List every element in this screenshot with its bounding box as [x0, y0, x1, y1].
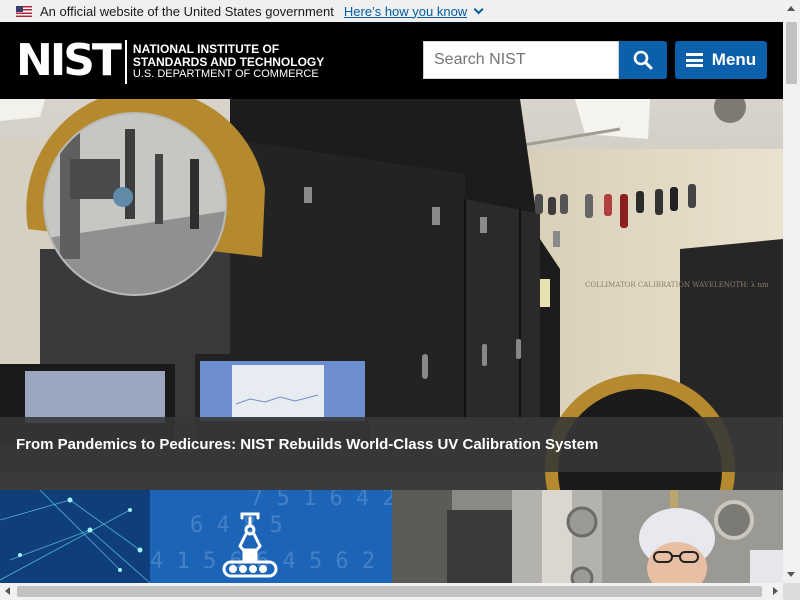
- page-viewport: An official website of the United States…: [0, 0, 783, 583]
- card-digits-row-1: 6 4 8 5: [190, 513, 283, 538]
- nist-logo[interactable]: NIST NATIONAL INSTITUTE OF STANDARDS AND…: [16, 35, 324, 86]
- hero-banner[interactable]: COLLIMATOR CALIBRATION WAVELENGTH: λ nm: [0, 99, 783, 490]
- scrollbar-corner: [783, 583, 800, 600]
- logo-line-3: U.S. DEPARTMENT OF COMMERCE: [132, 68, 319, 81]
- vertical-scrollbar-thumb[interactable]: [786, 22, 797, 84]
- news-card-ai[interactable]: 6 4 8 5 4 1 5 6 6 4 5 6 2 7 5 1 6 4 2 5: [0, 490, 392, 583]
- card-image-lab: [392, 490, 783, 583]
- gov-banner-text: An official website of the United States…: [40, 3, 334, 19]
- vertical-scrollbar[interactable]: [783, 0, 800, 583]
- gov-banner: An official website of the United States…: [0, 0, 783, 22]
- logo-line-1: NATIONAL INSTITUTE OF: [132, 42, 280, 57]
- scroll-left-arrow-icon[interactable]: [5, 587, 10, 595]
- horizontal-scrollbar[interactable]: [0, 583, 783, 600]
- card-digits-row-3: 7 5 1 6 4 2 5: [250, 490, 392, 511]
- logo-divider: [124, 40, 127, 84]
- search-button[interactable]: [619, 41, 667, 79]
- how-you-know-link[interactable]: Here’s how you know: [344, 4, 467, 19]
- search-input[interactable]: [423, 41, 619, 79]
- menu-button[interactable]: Menu: [675, 41, 767, 79]
- scroll-down-arrow-icon[interactable]: [787, 572, 795, 577]
- search-icon: [633, 50, 653, 70]
- scroll-up-arrow-icon[interactable]: [787, 6, 795, 11]
- logo-line-2: STANDARDS AND TECHNOLOGY: [132, 54, 325, 69]
- scroll-right-arrow-icon[interactable]: [773, 587, 778, 595]
- news-card-lab[interactable]: [392, 490, 783, 583]
- card-image-network: 6 4 8 5 4 1 5 6 6 4 5 6 2 7 5 1 6 4 2 5: [0, 490, 392, 583]
- logo-text: NATIONAL INSTITUTE OF STANDARDS AND TECH…: [133, 43, 324, 81]
- hero-caption[interactable]: From Pandemics to Pedicures: NIST Rebuil…: [0, 417, 783, 472]
- us-flag-icon: [16, 5, 32, 17]
- menu-label: Menu: [711, 50, 757, 69]
- hamburger-icon: [685, 53, 703, 67]
- chevron-down-icon[interactable]: [473, 3, 484, 14]
- site-header: NIST NATIONAL INSTITUTE OF STANDARDS AND…: [0, 22, 783, 99]
- wall-label: COLLIMATOR CALIBRATION WAVELENGTH: λ nm: [585, 281, 769, 289]
- logo-mark: NIST: [16, 35, 122, 86]
- horizontal-scrollbar-thumb[interactable]: [17, 586, 762, 597]
